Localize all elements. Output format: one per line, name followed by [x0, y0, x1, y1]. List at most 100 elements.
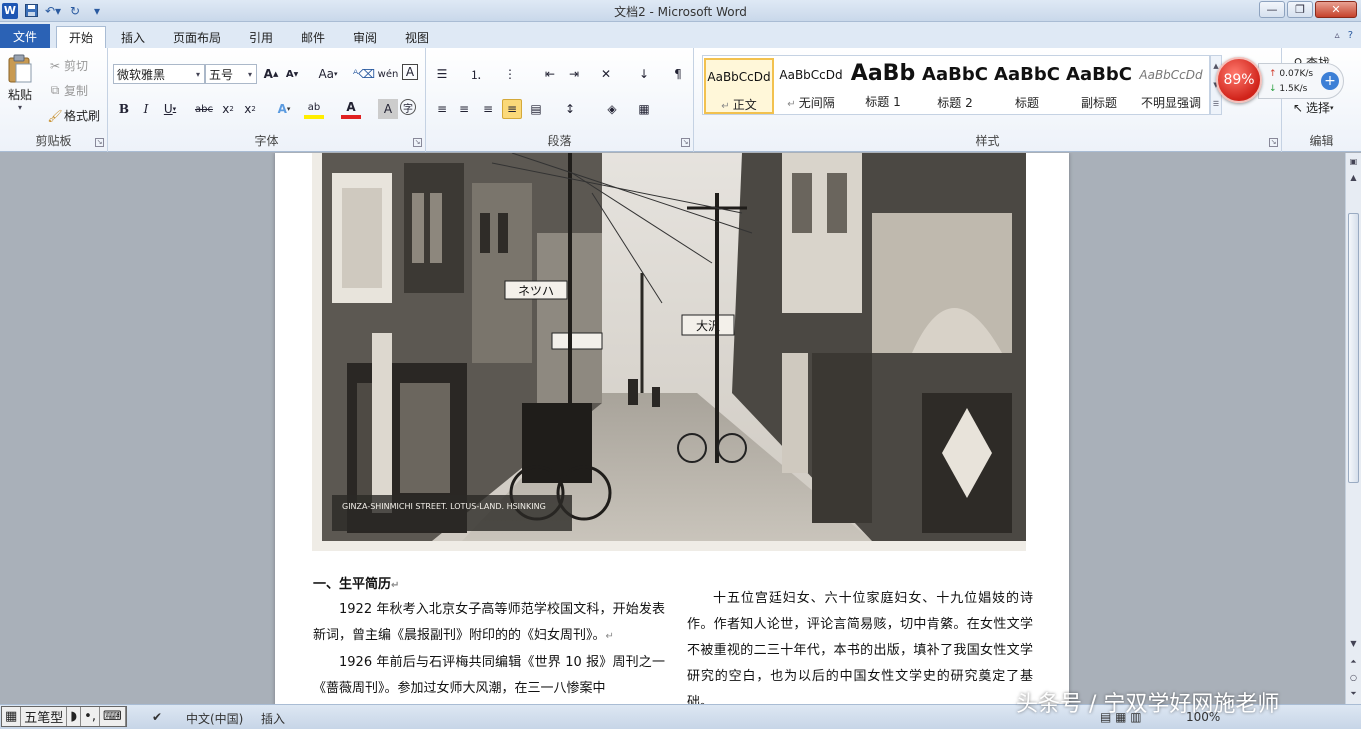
character-border-icon[interactable]: A — [402, 64, 418, 80]
dialog-launcher-icon[interactable]: ↘ — [95, 138, 104, 147]
inserted-photo[interactable]: ネツハ 大沢 GINZA-SHINMICHI STREET. LOTUS-LAN… — [312, 153, 1026, 551]
cut-button[interactable]: ✂ 剪切 — [46, 57, 88, 74]
previous-page-icon[interactable]: ⏶ — [1347, 655, 1360, 669]
align-right-icon[interactable]: ≡ — [478, 99, 498, 119]
style-title[interactable]: AaBbC 标题 — [992, 58, 1062, 114]
paragraph: 1926 年前后与石评梅共同编辑《世界 10 报》周刊之一《蔷薇周刊》。参加过女… — [313, 655, 665, 696]
asian-layout-icon[interactable]: ✕ — [596, 64, 616, 84]
tab-mailings[interactable]: 邮件 — [290, 26, 336, 48]
ribbon: 粘贴 ▾ ✂ 剪切 ⧉ 复制 🖌 格式刷 剪贴板 ↘ 微软雅黑 ▾ 五号 ▾ A ▲ A ▼ … — [0, 48, 1361, 152]
borders-icon[interactable]: ▦ — [634, 99, 654, 119]
style-sample: AaBbCcDd — [707, 70, 771, 84]
minimize-ribbon-icon[interactable]: ▵ — [1335, 30, 1340, 41]
distributed-icon[interactable]: ▤ — [526, 99, 546, 119]
tab-insert[interactable]: 插入 — [110, 26, 156, 48]
font-size-select[interactable]: 五号 ▾ — [205, 64, 257, 84]
style-sample: AaBbC — [1066, 64, 1132, 85]
subscript-icon[interactable]: x2 — [218, 99, 238, 119]
browse-object-icon[interactable]: ○ — [1347, 671, 1360, 685]
network-speed-widget[interactable]: ↑ 0.07K/s ↓ 1.5K/s + 89% — [1214, 57, 1346, 103]
line-spacing-icon[interactable]: ↕ — [560, 99, 580, 119]
dialog-launcher-icon[interactable]: ↘ — [1269, 138, 1278, 147]
change-case-button[interactable]: Aa ▾ — [314, 64, 342, 84]
bold-icon[interactable]: B — [114, 99, 134, 119]
decrease-indent-icon[interactable]: ⇤ — [540, 64, 560, 84]
italic-icon[interactable]: I — [136, 99, 156, 119]
dialog-launcher-icon[interactable]: ↘ — [681, 138, 690, 147]
shading-icon[interactable]: ◈ — [602, 99, 622, 119]
superscript-icon[interactable]: x2 — [240, 99, 260, 119]
underline-icon[interactable]: U ▾ — [160, 99, 180, 119]
chevron-down-icon[interactable]: ▼ — [1347, 637, 1360, 651]
insert-mode-status[interactable]: 插入 — [261, 710, 285, 727]
copy-button[interactable]: ⧉ 复制 — [46, 82, 88, 99]
clear-formatting-icon[interactable]: ᴬ⌫ — [353, 64, 375, 84]
increase-indent-icon[interactable]: ⇥ — [564, 64, 584, 84]
tab-home[interactable]: 开始 — [56, 26, 106, 48]
punctuation-icon[interactable]: •, — [81, 707, 100, 726]
help-icon[interactable]: ? — [1348, 30, 1353, 41]
arrow-up-icon: ↑ — [1269, 69, 1277, 79]
minimize-button[interactable]: — — [1259, 1, 1285, 18]
dialog-launcher-icon[interactable]: ↘ — [413, 138, 422, 147]
character-shading-icon[interactable]: A — [378, 99, 398, 119]
ime-logo-icon[interactable]: ▦ — [2, 707, 22, 726]
plus-icon[interactable]: + — [1321, 72, 1339, 90]
style-heading-1[interactable]: AaBb 标题 1 — [848, 58, 918, 114]
enclose-characters-icon[interactable]: 字 — [400, 99, 416, 115]
font-family-value: 微软雅黑 — [117, 67, 166, 82]
document-area[interactable]: ネツハ 大沢 GINZA-SHINMICHI STREET. LOTUS-LAN… — [0, 153, 1345, 704]
paste-label: 粘贴 — [7, 88, 32, 102]
highlight-icon[interactable]: ab — [304, 99, 324, 119]
tab-references[interactable]: 引用 — [238, 26, 284, 48]
maximize-button[interactable]: ❐ — [1287, 1, 1313, 18]
shop-sign-text: ネツハ — [518, 284, 554, 298]
half-width-icon[interactable]: ◗ — [67, 707, 82, 726]
style-subtle-emphasis[interactable]: AaBbCcDd 不明显强调 — [1136, 58, 1206, 114]
strikethrough-icon[interactable]: abc — [194, 99, 214, 119]
ruler-toggle-icon[interactable]: ▣ — [1347, 155, 1360, 169]
memory-usage-ball[interactable]: 89% — [1216, 57, 1262, 103]
shrink-font-icon[interactable]: A ▼ — [282, 64, 302, 84]
font-family-select[interactable]: 微软雅黑 ▾ — [113, 64, 205, 84]
bullets-icon[interactable]: ☰ — [432, 64, 452, 84]
paintbrush-icon: 🖌 — [47, 108, 63, 123]
grow-font-icon[interactable]: A ▲ — [261, 64, 281, 84]
format-painter-button[interactable]: 🖌 格式刷 — [46, 107, 100, 124]
phonetic-guide-icon[interactable]: wén — [378, 64, 399, 84]
group-label-styles: 样式 — [975, 134, 1000, 148]
spelling-check-icon[interactable]: ✔ — [152, 710, 162, 724]
document-page[interactable]: ネツハ 大沢 GINZA-SHINMICHI STREET. LOTUS-LAN… — [275, 153, 1069, 704]
text-effects-icon[interactable]: A ▾ — [274, 99, 294, 119]
street-photo-image: ネツハ 大沢 GINZA-SHINMICHI STREET. LOTUS-LAN… — [312, 153, 1026, 551]
tab-review[interactable]: 审阅 — [342, 26, 388, 48]
vertical-scrollbar[interactable]: ▣ ▲ ▼ ⏶ ○ ⏷ — [1345, 153, 1361, 704]
numbering-icon[interactable]: ⒈ — [466, 64, 486, 84]
scrollbar-thumb[interactable] — [1348, 213, 1359, 483]
language-status[interactable]: 中文(中国) — [186, 710, 243, 727]
right-column: 十五位宫廷妇女、六十位家庭妇女、十九位娼妓的诗作。作者知人论世，评论言简易赅，切… — [687, 586, 1033, 704]
chevron-down-icon: ▾ — [195, 69, 200, 79]
style-heading-2[interactable]: AaBbC 标题 2 — [920, 58, 990, 114]
paste-button[interactable]: 粘贴 ▾ — [4, 54, 36, 112]
multilevel-list-icon[interactable]: ⋮ — [500, 64, 520, 84]
align-left-icon[interactable]: ≡ — [432, 99, 452, 119]
sort-icon[interactable]: ↓ — [634, 64, 654, 84]
style-normal[interactable]: AaBbCcDd ↵ 正文 — [704, 58, 774, 114]
chevron-up-icon[interactable]: ▲ — [1347, 171, 1360, 185]
show-marks-icon[interactable]: ¶ — [668, 64, 688, 84]
group-label-clipboard: 剪贴板 — [35, 134, 72, 148]
close-button[interactable]: ✕ — [1315, 1, 1357, 18]
justify-icon[interactable]: ≡ — [502, 99, 522, 119]
tab-page-layout[interactable]: 页面布局 — [162, 26, 232, 48]
font-color-icon[interactable]: A — [341, 99, 361, 119]
tab-file[interactable]: 文件 — [0, 24, 50, 48]
next-page-icon[interactable]: ⏷ — [1347, 687, 1360, 701]
keyboard-icon[interactable]: ⌨ — [100, 707, 126, 726]
align-center-icon[interactable]: ≡ — [454, 99, 474, 119]
ime-name[interactable]: 五笔型 — [21, 707, 68, 726]
style-no-spacing[interactable]: AaBbCcDd ↵ 无间隔 — [776, 58, 846, 114]
group-label-editing: 编辑 — [1309, 134, 1334, 148]
tab-view[interactable]: 视图 — [394, 26, 440, 48]
style-subtitle[interactable]: AaBbC 副标题 — [1064, 58, 1134, 114]
